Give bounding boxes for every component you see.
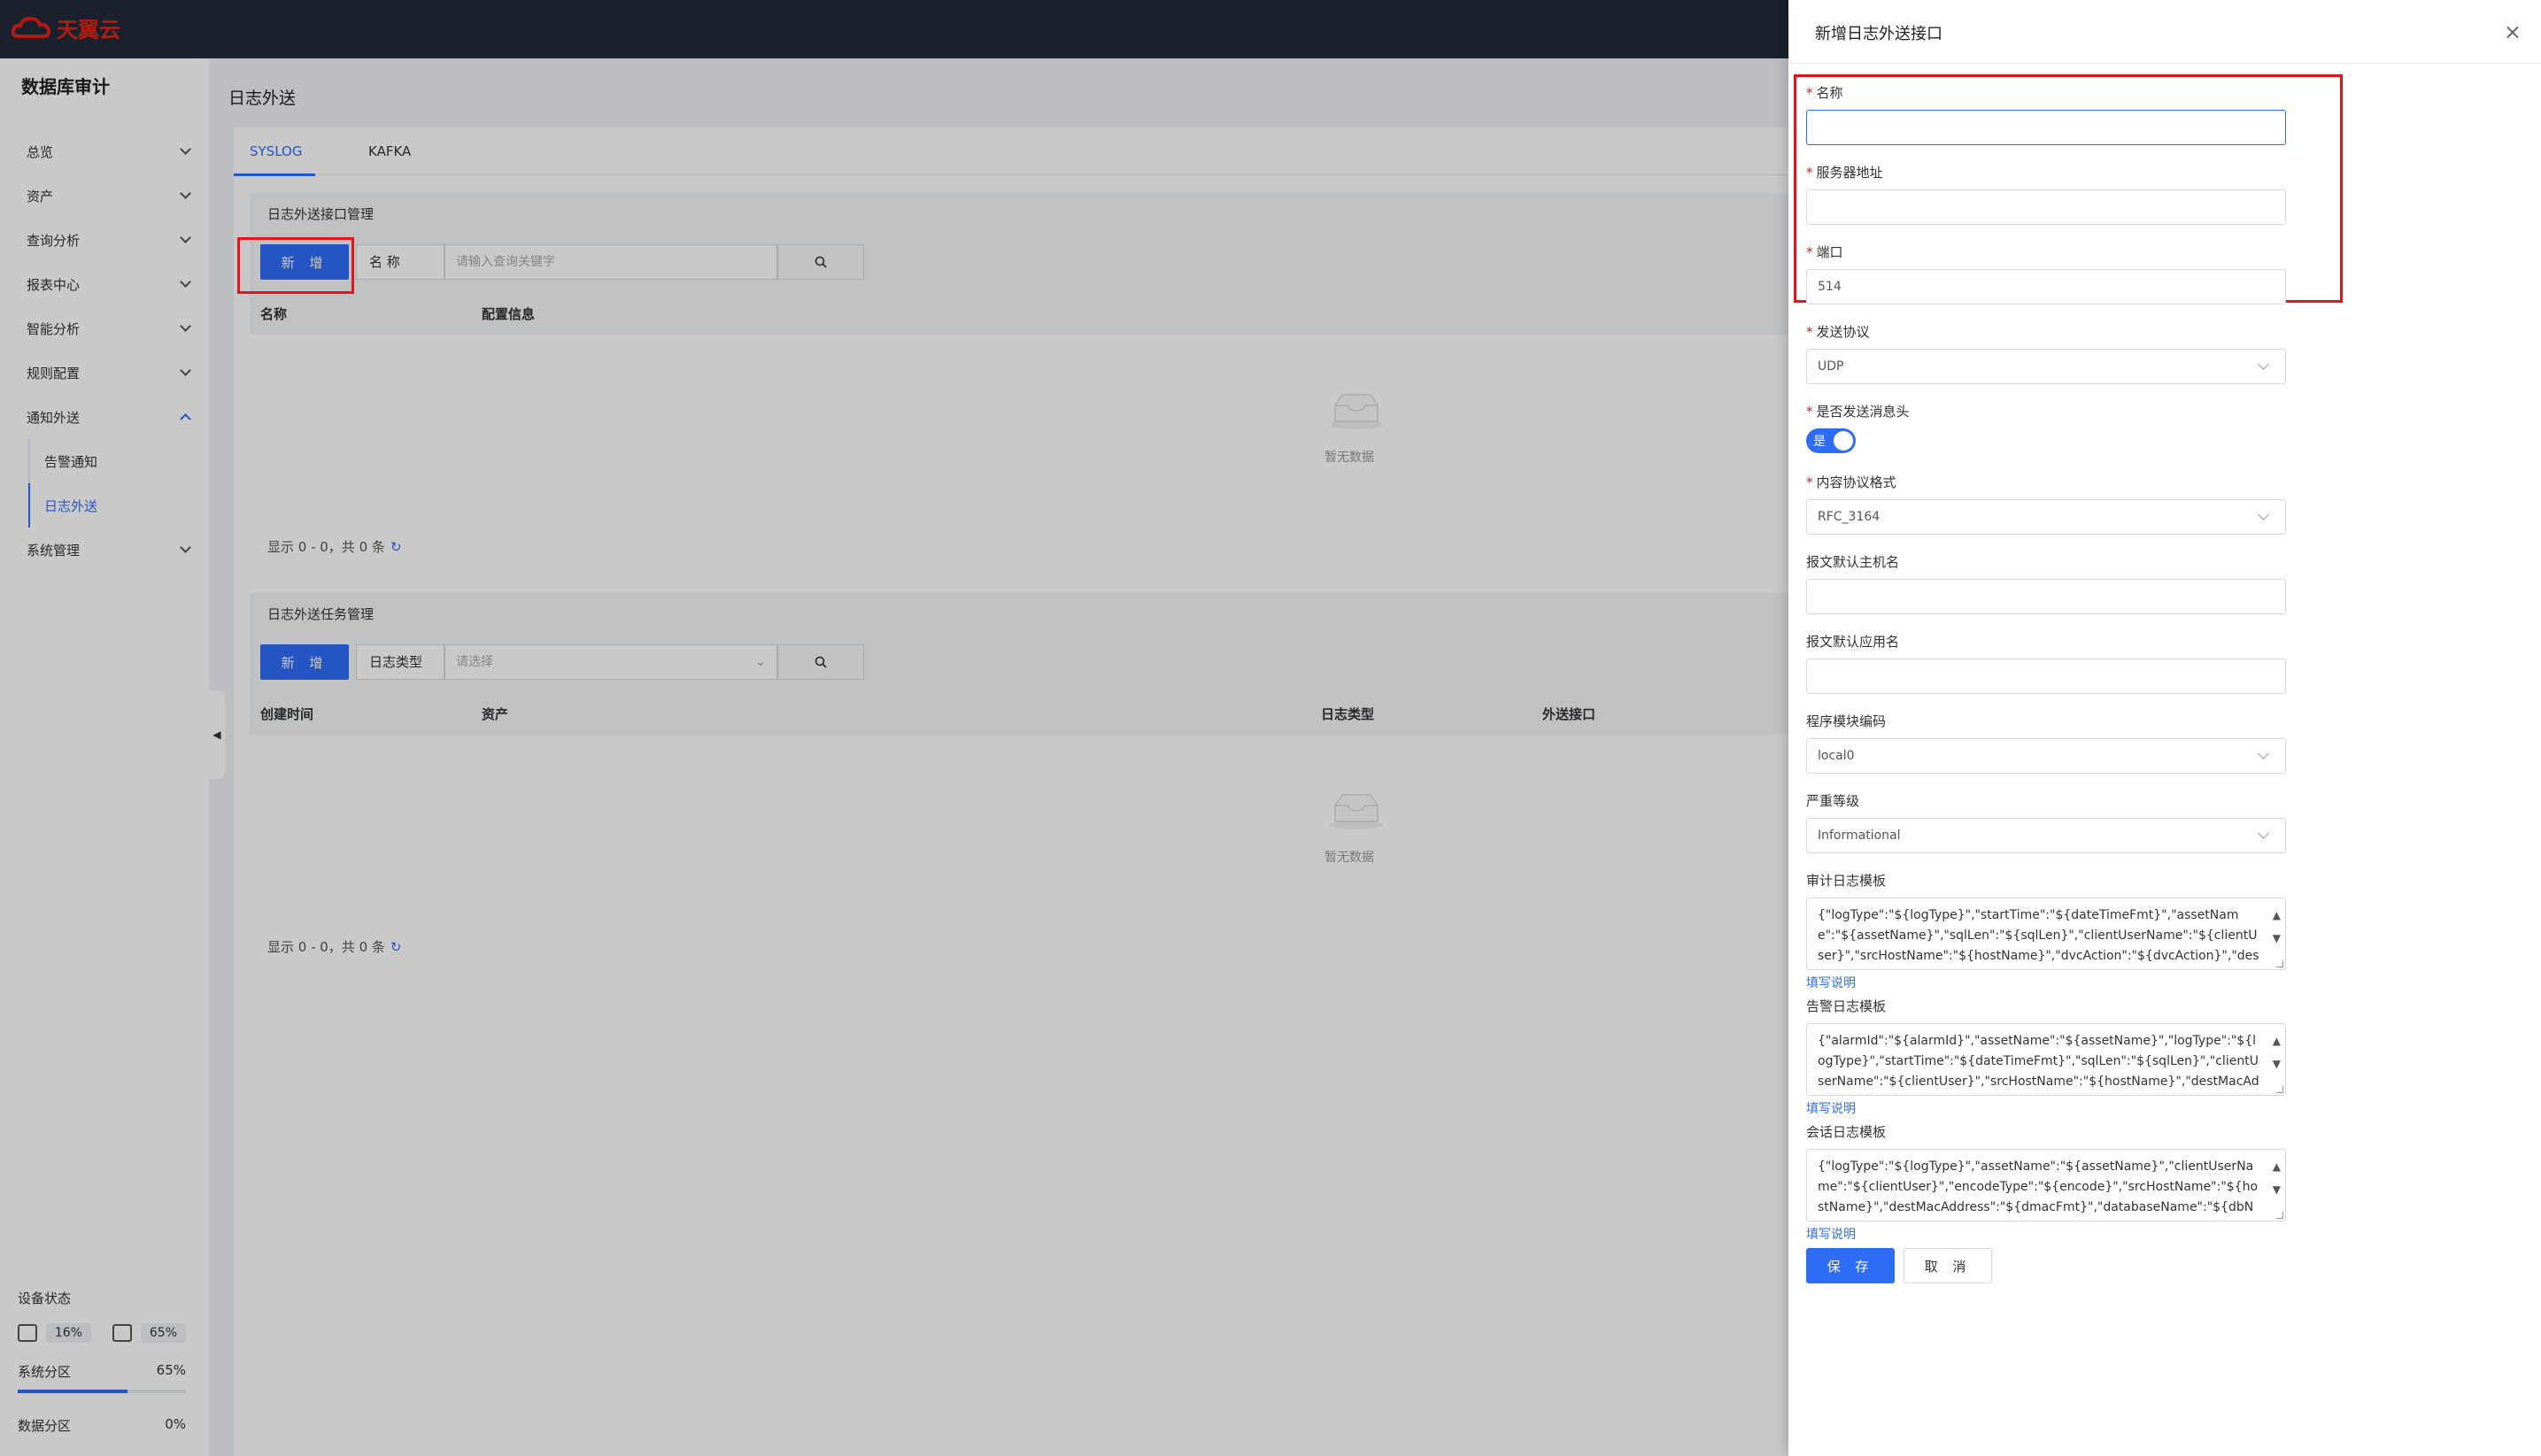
server-address-input[interactable] bbox=[1806, 189, 2286, 225]
textarea-text: {"logType":"${logType}","startTime":"${d… bbox=[1818, 908, 2259, 963]
form-label: * 端口 bbox=[1806, 244, 1843, 260]
audit-template-textarea[interactable]: {"logType":"${logType}","startTime":"${d… bbox=[1806, 897, 2286, 970]
drawer-title: 新增日志外送接口 bbox=[1815, 25, 1942, 43]
scroll-down-icon[interactable]: ▼ bbox=[2273, 1180, 2281, 1200]
form-label: 会话日志模板 bbox=[1806, 1124, 1887, 1140]
audit-help-link[interactable]: 填写说明 bbox=[1806, 974, 2286, 991]
severity-select[interactable]: Informational bbox=[1806, 818, 2286, 853]
form-label: 程序模块编码 bbox=[1806, 713, 1887, 729]
form-label: 严重等级 bbox=[1806, 793, 1860, 809]
scroll-down-icon[interactable]: ▼ bbox=[2273, 1054, 2281, 1075]
scroll-up-icon[interactable]: ▲ bbox=[2273, 1031, 2281, 1052]
facility-select[interactable]: local0 bbox=[1806, 738, 2286, 774]
resize-handle-icon[interactable] bbox=[2276, 1086, 2283, 1093]
port-input[interactable]: 514 bbox=[1806, 269, 2286, 304]
form-label: * 是否发送消息头 bbox=[1806, 404, 1910, 420]
form-label: * 服务器地址 bbox=[1806, 165, 1883, 181]
close-icon[interactable]: × bbox=[2504, 19, 2522, 44]
name-input[interactable] bbox=[1806, 110, 2286, 145]
drawer-mask[interactable] bbox=[0, 0, 1788, 1456]
toggle-knob bbox=[1834, 431, 1853, 451]
session-template-textarea[interactable]: {"logType":"${logType}","assetName":"${a… bbox=[1806, 1149, 2286, 1221]
form-label: * 发送协议 bbox=[1806, 324, 1870, 340]
save-button[interactable]: 保 存 bbox=[1806, 1248, 1895, 1283]
hostname-input[interactable] bbox=[1806, 579, 2286, 614]
interface-form: * 名称 * 服务器地址 * 端口 514 * 发送协议 UDP * 是否发送消息头 是 … bbox=[1806, 83, 2286, 1283]
highlight-box bbox=[237, 237, 354, 294]
add-interface-drawer: 新增日志外送接口 × * 名称 * 服务器地址 * 端口 514 * 发送协议 UDP … bbox=[1788, 0, 2541, 1456]
protocol-select[interactable]: UDP bbox=[1806, 349, 2286, 384]
format-select[interactable]: RFC_3164 bbox=[1806, 499, 2286, 535]
form-label: * 名称 bbox=[1806, 85, 1843, 101]
session-help-link[interactable]: 填写说明 bbox=[1806, 1225, 2286, 1243]
form-label: 审计日志模板 bbox=[1806, 873, 1887, 889]
alarm-help-link[interactable]: 填写说明 bbox=[1806, 1099, 2286, 1117]
appname-input[interactable] bbox=[1806, 659, 2286, 694]
scroll-down-icon[interactable]: ▼ bbox=[2273, 928, 2281, 949]
alarm-template-textarea[interactable]: {"alarmId":"${alarmId}","assetName":"${a… bbox=[1806, 1023, 2286, 1096]
form-actions: 保 存 取 消 bbox=[1806, 1248, 2286, 1283]
form-label: 报文默认应用名 bbox=[1806, 634, 1900, 650]
textarea-text: {"alarmId":"${alarmId}","assetName":"${a… bbox=[1818, 1034, 2259, 1089]
cancel-button[interactable]: 取 消 bbox=[1904, 1248, 1992, 1283]
resize-handle-icon[interactable] bbox=[2276, 1212, 2283, 1219]
toggle-text: 是 bbox=[1813, 435, 1826, 449]
form-label: * 内容协议格式 bbox=[1806, 474, 1896, 490]
scroll-up-icon[interactable]: ▲ bbox=[2273, 1157, 2281, 1177]
drawer-header: 新增日志外送接口 × bbox=[1788, 0, 2541, 64]
resize-handle-icon[interactable] bbox=[2276, 960, 2283, 967]
send-header-toggle[interactable]: 是 bbox=[1806, 428, 1856, 453]
scroll-up-icon[interactable]: ▲ bbox=[2273, 905, 2281, 926]
form-label: 告警日志模板 bbox=[1806, 998, 1887, 1014]
form-label: 报文默认主机名 bbox=[1806, 554, 1900, 570]
textarea-text: {"logType":"${logType}","assetName":"${a… bbox=[1818, 1159, 2259, 1214]
